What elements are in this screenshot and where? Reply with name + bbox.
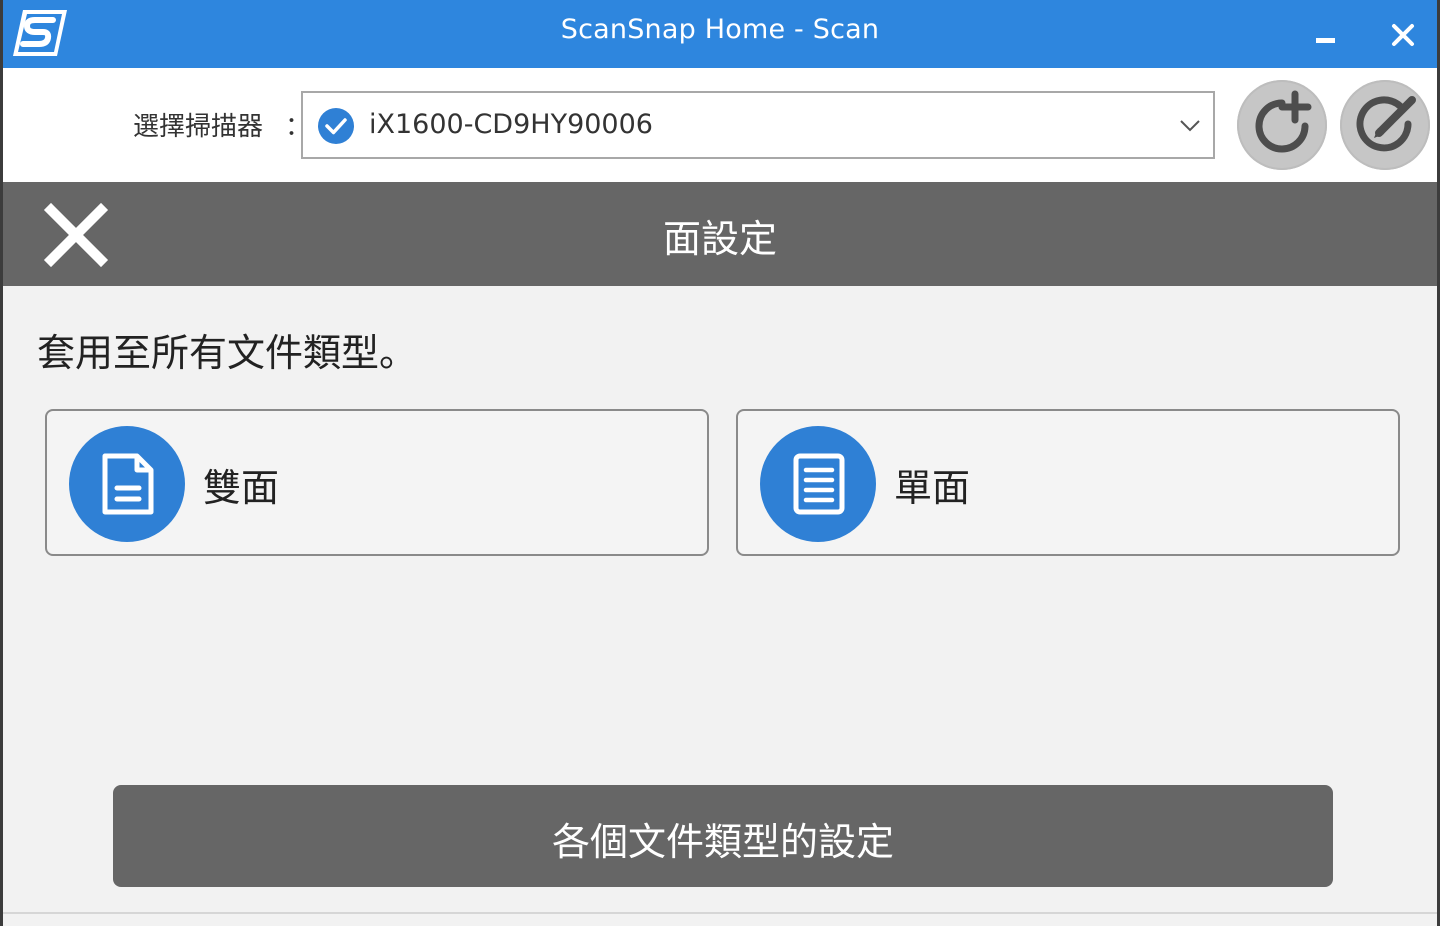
simplex-icon-circle	[760, 426, 876, 542]
panel-title: 面設定	[662, 217, 777, 261]
simplex-document-icon	[793, 453, 845, 515]
selected-scanner-value: iX1600-CD9HY90006	[369, 109, 653, 140]
duplex-icon-circle	[69, 426, 185, 542]
add-profile-button[interactable]	[1237, 80, 1327, 170]
per-document-type-settings-button[interactable]: 各個文件類型的設定	[113, 785, 1333, 887]
add-profile-icon	[1255, 90, 1312, 153]
scansnap-window: ScanSnap Home - Scan 選擇掃描器 ： iX1600-CD9H…	[0, 0, 1440, 926]
bottom-divider	[3, 912, 1437, 914]
edit-profile-icon	[1356, 96, 1416, 152]
window-title: ScanSnap Home - Scan	[560, 14, 880, 45]
instruction-text: 套用至所有文件類型。	[37, 331, 418, 375]
simplex-option-card[interactable]: 單面	[736, 409, 1400, 556]
check-circle-icon	[318, 108, 354, 144]
duplex-label: 雙面	[203, 466, 280, 510]
title-bar: ScanSnap Home - Scan	[3, 0, 1437, 68]
per-document-type-settings-label: 各個文件類型的設定	[551, 820, 894, 864]
close-icon[interactable]	[1381, 14, 1425, 58]
duplex-option-card[interactable]: 雙面	[45, 409, 709, 556]
panel-header: 面設定	[3, 182, 1437, 286]
chevron-down-icon	[1180, 120, 1200, 132]
scanner-dropdown[interactable]: iX1600-CD9HY90006	[301, 91, 1215, 159]
minimize-button[interactable]	[1303, 14, 1347, 58]
simplex-label: 單面	[894, 466, 971, 510]
edit-profile-button[interactable]	[1340, 80, 1430, 170]
scanner-label: 選擇掃描器	[133, 112, 264, 142]
duplex-document-icon	[102, 453, 154, 515]
scanner-selector-row: 選擇掃描器 ： iX1600-CD9HY90006	[3, 68, 1437, 182]
